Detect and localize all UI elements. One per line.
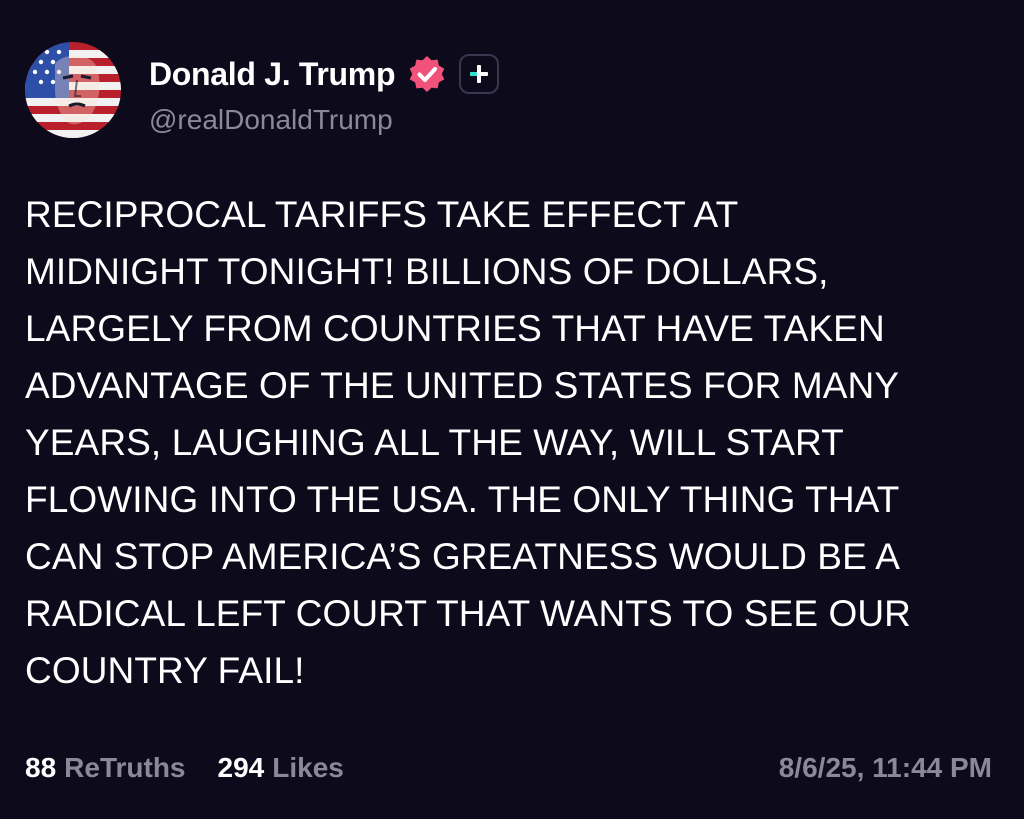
post-header: Donald J. Trump @realDonaldTrump — [25, 42, 500, 138]
post-footer: 88 ReTruths 294 Likes 8/6/25, 11:44 PM — [25, 748, 992, 788]
retruths-count: 88 — [25, 752, 57, 783]
name-row: Donald J. Trump — [149, 54, 500, 94]
likes-label: Likes — [272, 752, 344, 783]
retruths-stat[interactable]: 88 ReTruths — [25, 752, 186, 784]
likes-count: 294 — [217, 752, 265, 783]
verified-badge-icon — [407, 54, 447, 94]
author-name[interactable]: Donald J. Trump — [149, 56, 396, 93]
author-identity: Donald J. Trump @realDonaldTrump — [149, 42, 500, 136]
post-timestamp[interactable]: 8/6/25, 11:44 PM — [779, 752, 992, 784]
post-text: RECIPROCAL TARIFFS TAKE EFFECT AT MIDNIG… — [25, 194, 912, 691]
truth-post: Donald J. Trump @realDonaldTrump RECIPRO… — [0, 0, 1024, 819]
retruths-label: ReTruths — [64, 752, 186, 783]
plus-icon[interactable] — [459, 54, 500, 94]
author-handle[interactable]: @realDonaldTrump — [149, 104, 499, 136]
avatar[interactable] — [25, 42, 121, 138]
likes-stat[interactable]: 294 Likes — [218, 752, 344, 784]
